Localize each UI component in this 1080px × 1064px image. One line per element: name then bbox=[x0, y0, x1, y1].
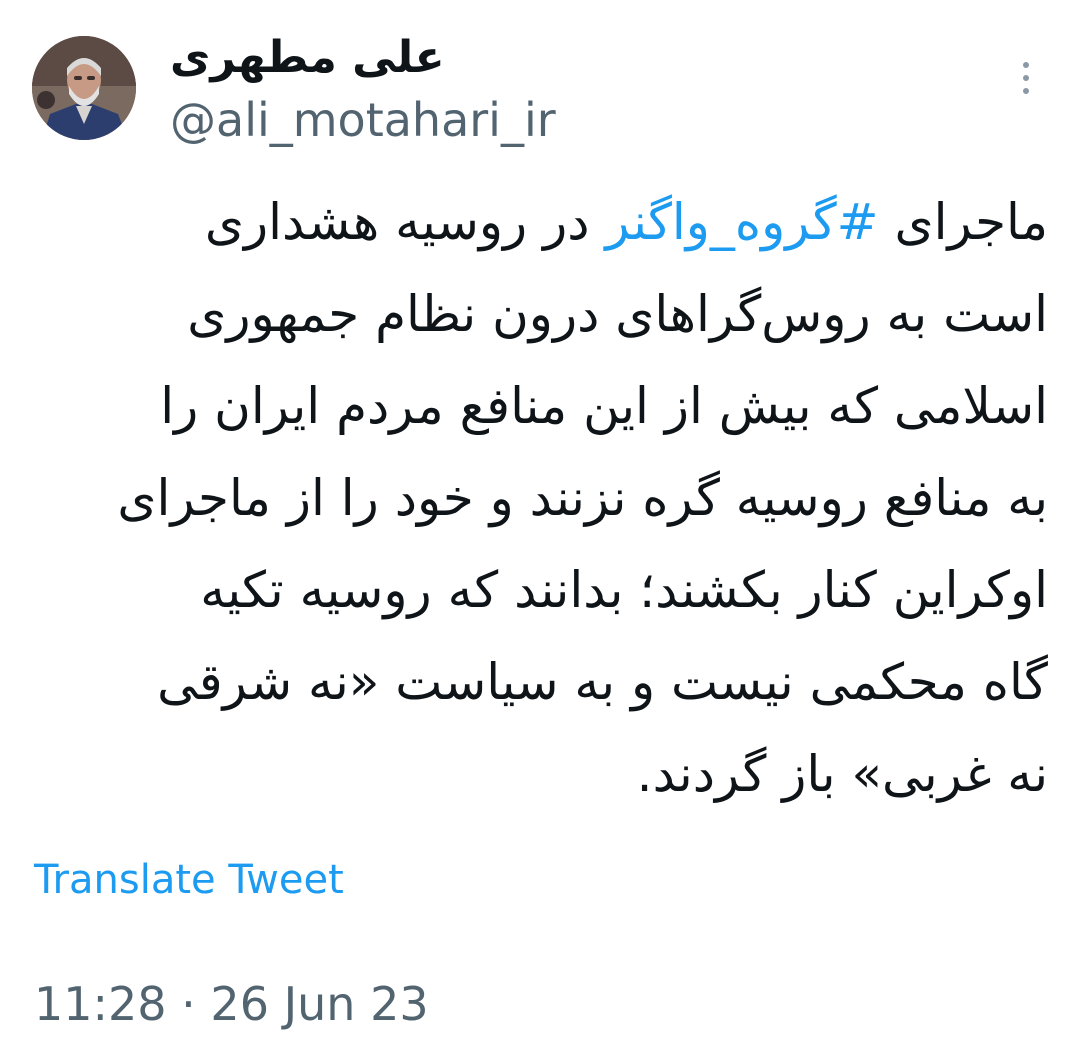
tweet-timestamp[interactable]: 11:28 · 26 Jun 23 bbox=[34, 974, 429, 1034]
hashtag-link[interactable]: #گروه_واگنر bbox=[605, 193, 878, 251]
avatar-photo bbox=[32, 36, 136, 140]
tweet-line: است به روس‌گراهای درون نظام جمهوری bbox=[187, 285, 1048, 343]
tweet-line: نه غربی» باز گردند. bbox=[636, 745, 1048, 803]
translate-tweet-link[interactable]: Translate Tweet bbox=[34, 854, 344, 906]
tweet-line: گاه محکمی نیست و به سیاست «نه شرقی bbox=[157, 653, 1048, 711]
tweet-line: اسلامی که بیش از این منافع مردم ایران را bbox=[160, 377, 1048, 435]
author-handle[interactable]: @ali_motahari_ir bbox=[170, 92, 556, 148]
tweet-line: اوکراین کنار بکشند؛ بدانند که روسیه تکیه bbox=[200, 561, 1048, 619]
tweet-body: ماجرای #گروه_واگنر در روسیه هشداری است ب… bbox=[30, 176, 1048, 820]
author-display-name[interactable]: علی مطهری bbox=[170, 30, 445, 86]
tweet-line: به منافع روسیه گره نزنند و خود را از ماج… bbox=[117, 469, 1048, 527]
more-options-icon[interactable] bbox=[1006, 54, 1046, 102]
author-avatar[interactable] bbox=[32, 36, 136, 140]
tweet-line: ماجرای #گروه_واگنر در روسیه هشداری bbox=[204, 193, 1048, 251]
